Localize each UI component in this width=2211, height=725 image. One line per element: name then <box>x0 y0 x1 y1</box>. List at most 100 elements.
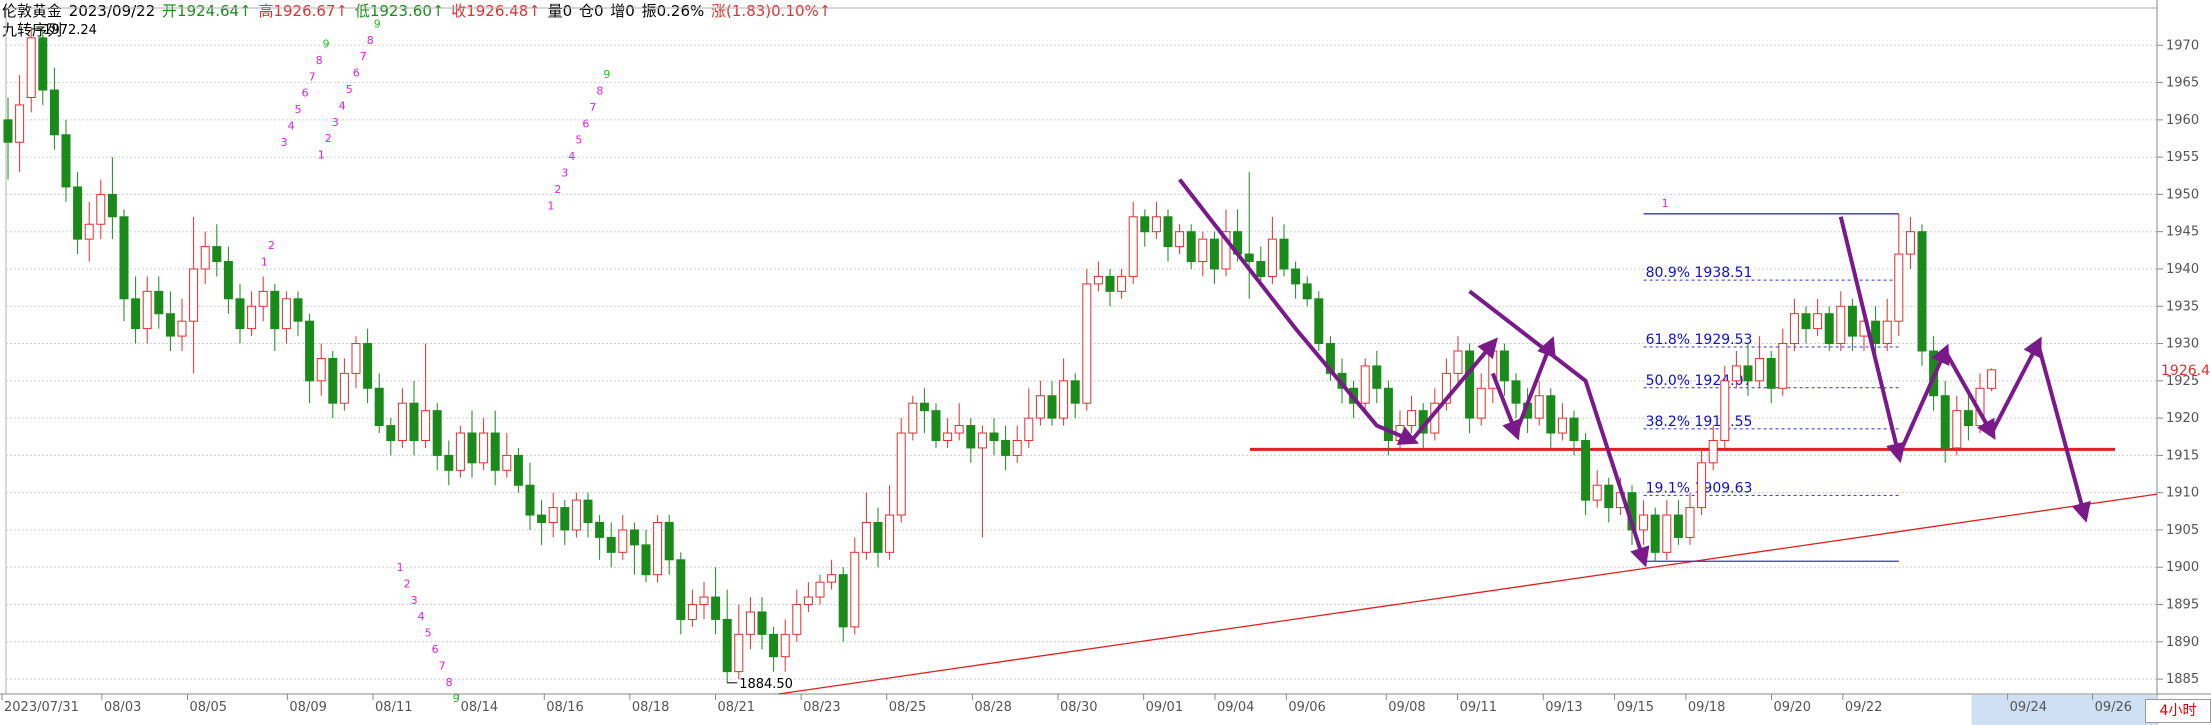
candle-body <box>107 193 117 218</box>
candle-body <box>1743 365 1753 382</box>
candle-body <box>15 104 25 143</box>
candle-body <box>943 432 953 441</box>
sequence-number: 8 <box>316 54 323 67</box>
candle-body <box>270 290 280 330</box>
date-label: 09/18 <box>1688 700 1725 715</box>
candle-body <box>1778 343 1788 389</box>
candle-body <box>687 604 697 620</box>
sequence-number: 5 <box>575 134 582 147</box>
date-label: 08/14 <box>461 700 498 715</box>
candle-body <box>1372 365 1382 389</box>
candle-body <box>1534 395 1544 419</box>
fib-level-label: 80.9% 1938.51 <box>1646 265 1753 281</box>
sequence-number: 4 <box>418 610 425 623</box>
candle-body <box>235 298 245 330</box>
sequence-number: 4 <box>288 120 295 133</box>
candle-body <box>293 298 303 322</box>
price-tick-label: 1915 <box>2166 448 2199 463</box>
sequence-number: 1 <box>261 255 268 268</box>
candle-body <box>1940 395 1950 449</box>
candle-body <box>421 410 431 441</box>
candle-body <box>1511 380 1521 404</box>
date-label: 09/11 <box>1460 700 1497 715</box>
candle-body <box>1731 365 1741 382</box>
candle-body <box>815 581 825 598</box>
candle-body <box>502 454 512 471</box>
candle-body <box>1070 380 1080 404</box>
candle-body <box>1697 462 1707 509</box>
date-label: 09/24 <box>2010 700 2047 715</box>
candle-body <box>363 343 373 389</box>
sequence-number: 8 <box>596 84 603 97</box>
candle-body <box>1581 439 1591 501</box>
candle-body <box>1685 507 1695 538</box>
date-label: 08/11 <box>375 700 412 715</box>
candle-body <box>328 357 338 404</box>
candle-body <box>61 134 71 188</box>
candle-body <box>1198 238 1208 263</box>
candle-body <box>803 596 813 606</box>
candle-body <box>1093 275 1103 285</box>
date-label: 09/04 <box>1217 700 1254 715</box>
candle-body <box>1476 387 1486 419</box>
candle-body <box>1847 305 1857 337</box>
candle-body <box>1279 238 1289 270</box>
candle-body <box>1755 357 1765 382</box>
sequence-number: 1 <box>547 199 554 212</box>
candle-body <box>606 536 616 553</box>
date-label: 09/08 <box>1388 700 1425 715</box>
candle-body <box>931 410 941 441</box>
date-label: 09/06 <box>1288 700 1325 715</box>
candle-body <box>258 290 268 307</box>
candlestick-chart[interactable]: 180.9% 1938.5161.8% 1929.5350.0% 1924.07… <box>0 0 2211 725</box>
sequence-number: 6 <box>353 67 360 80</box>
date-label: 09/01 <box>1146 700 1183 715</box>
candle-body <box>653 522 663 576</box>
sequence-number: 9 <box>323 38 330 51</box>
candle-body <box>1059 380 1069 419</box>
candle-body <box>223 261 233 300</box>
candle-body <box>676 559 686 620</box>
candle-body <box>165 313 175 337</box>
candle-body <box>954 425 964 434</box>
candle-body <box>1499 350 1509 382</box>
candle-body <box>1836 305 1846 345</box>
candle-body <box>73 186 83 240</box>
candle-body <box>1128 216 1138 277</box>
candle-body <box>386 425 396 441</box>
candle-body <box>1708 439 1718 464</box>
candle-body <box>490 432 500 471</box>
candle-body <box>247 305 257 330</box>
candle-body <box>1465 350 1475 419</box>
candle-body <box>1952 410 1962 449</box>
candle-body <box>1163 216 1173 248</box>
candle-body <box>1035 395 1045 419</box>
sequence-number: 7 <box>360 50 367 63</box>
price-tick-label: 1945 <box>2166 225 2199 240</box>
candle-body <box>281 298 291 330</box>
sequence-number: 5 <box>346 83 353 96</box>
candle-body <box>885 514 895 553</box>
date-label: 09/15 <box>1617 700 1654 715</box>
price-tick-label: 1930 <box>2166 337 2199 352</box>
candle-body <box>1267 238 1277 277</box>
candle-body <box>49 89 59 136</box>
candle-body <box>212 246 222 263</box>
period-selector[interactable]: 4小时 <box>2145 699 2211 723</box>
candle-body <box>966 425 976 449</box>
candle-body <box>989 432 999 441</box>
candle-body <box>467 432 477 464</box>
candle-body <box>838 574 848 628</box>
candle-body <box>1407 410 1417 427</box>
sequence-number: 4 <box>339 99 346 112</box>
sequence-number: 3 <box>281 136 288 149</box>
candle-body <box>1001 439 1011 456</box>
candle-body <box>1720 380 1730 441</box>
candle-body <box>1917 231 1927 352</box>
candle-body <box>699 596 709 606</box>
candle-body <box>3 119 13 143</box>
candle-body <box>1813 313 1823 330</box>
candle-body <box>1963 410 1973 427</box>
candle-body <box>571 499 581 531</box>
sequence-number: 9 <box>374 17 381 30</box>
